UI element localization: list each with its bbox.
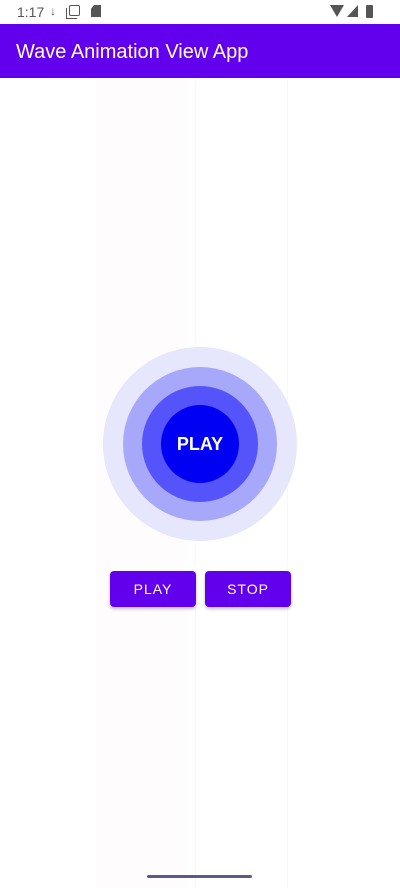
battery-icon (366, 5, 373, 18)
navigation-handle[interactable] (147, 875, 252, 878)
status-bar: 1:17 ↓ (0, 0, 400, 24)
status-time: 1:17 (17, 4, 45, 20)
play-button[interactable]: PLAY (110, 571, 196, 607)
wave-play-center[interactable]: PLAY (161, 405, 239, 483)
sd-card-icon (91, 5, 101, 17)
app-title: Wave Animation View App (16, 41, 249, 63)
app-bar: Wave Animation View App (0, 24, 400, 78)
stop-button[interactable]: STOP (205, 571, 291, 607)
usb-icon: ↓ (50, 4, 56, 18)
wave-center-label: PLAY (176, 433, 224, 454)
signal-icon (347, 5, 358, 17)
wifi-icon (330, 5, 344, 17)
copy-icon (66, 5, 80, 19)
